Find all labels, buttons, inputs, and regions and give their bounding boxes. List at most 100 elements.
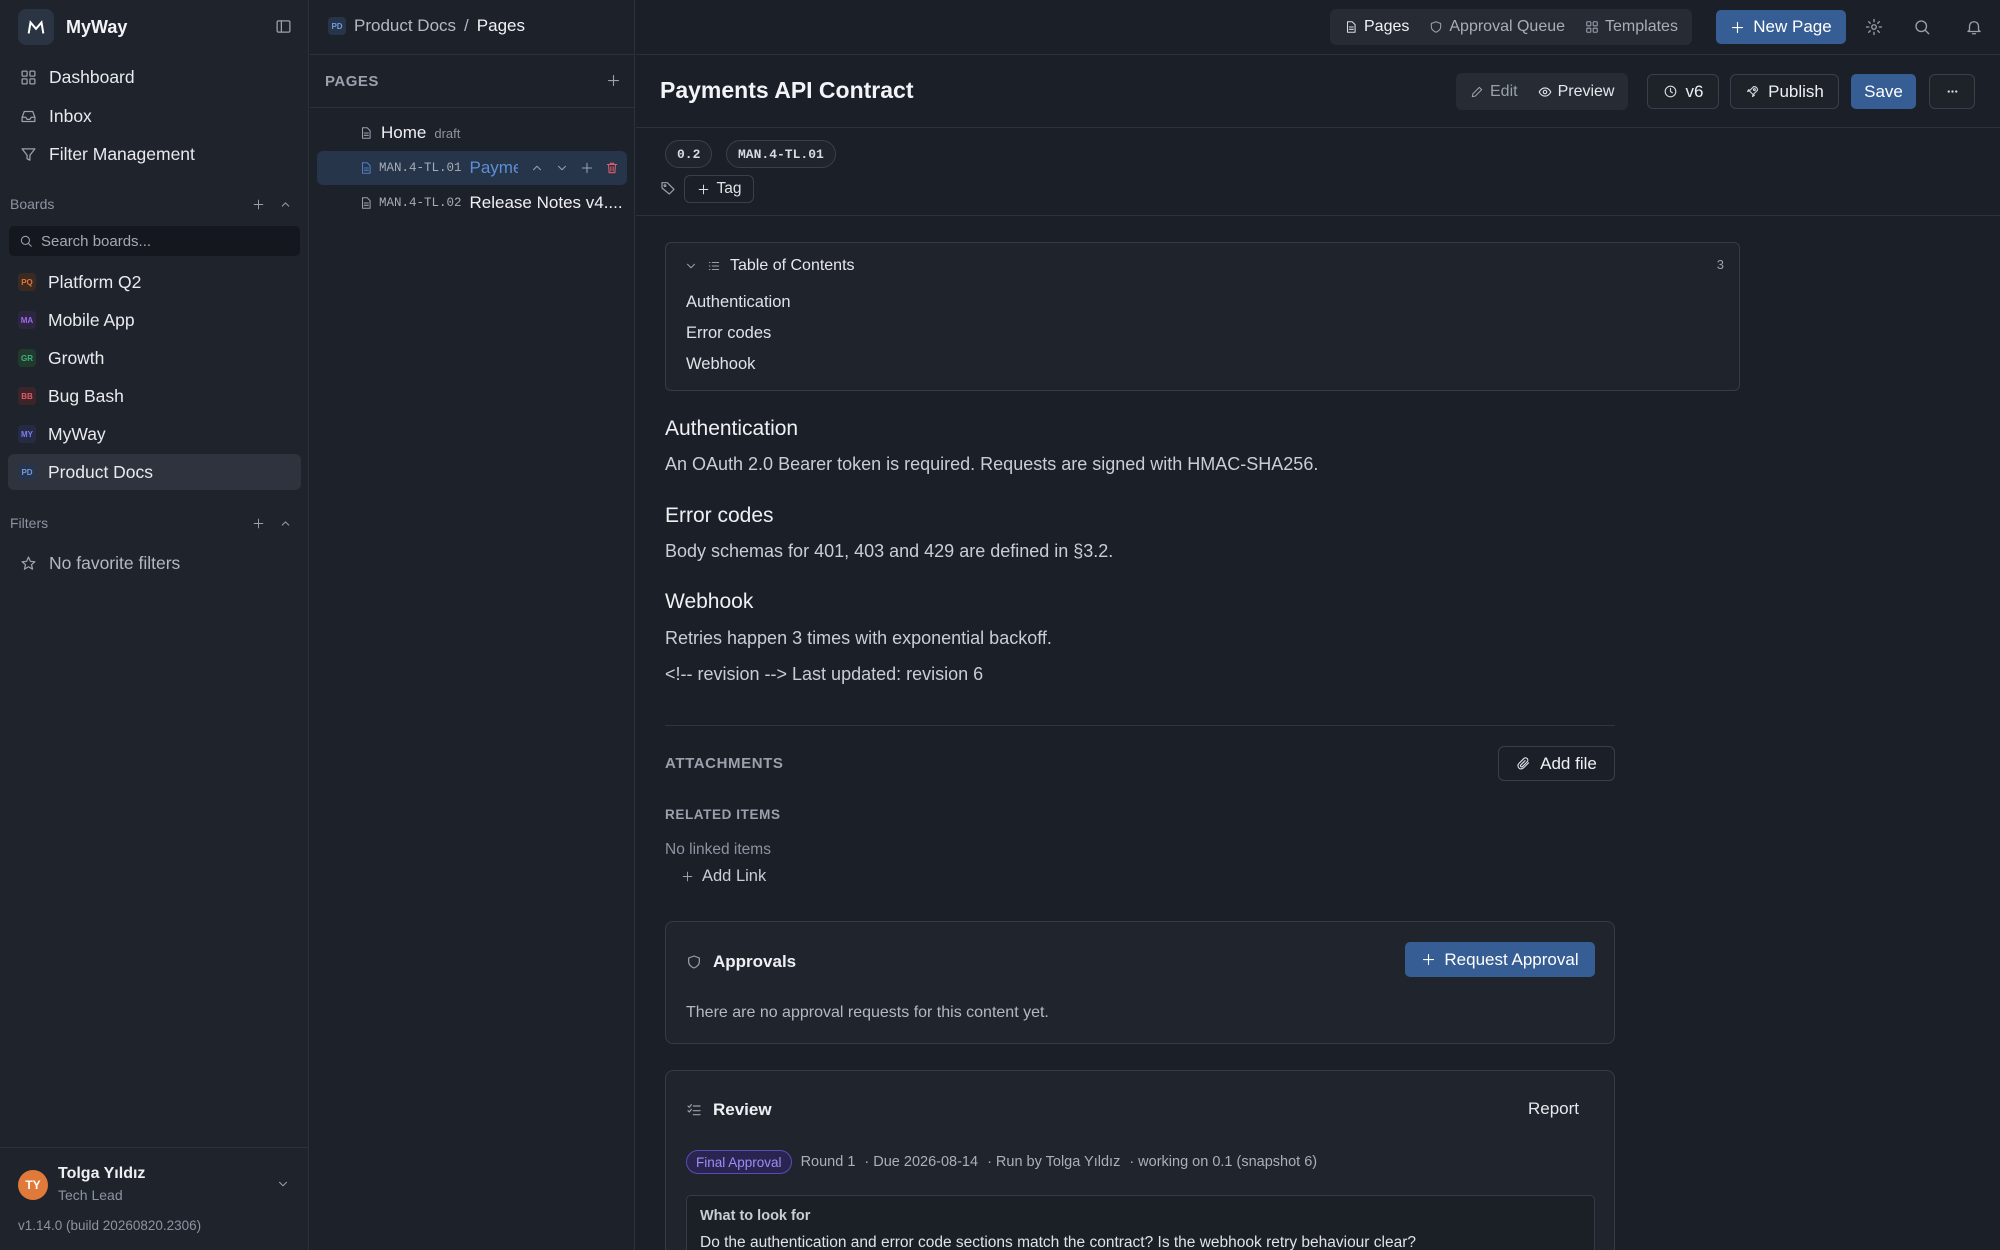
sidebar-toggle-icon[interactable] <box>275 18 292 35</box>
attachments-title: ATTACHMENTS <box>665 755 784 772</box>
star-icon <box>20 555 37 572</box>
nav-inbox[interactable]: Inbox <box>8 98 301 134</box>
publish-button[interactable]: Publish <box>1730 74 1839 109</box>
board-search-input[interactable] <box>41 232 291 250</box>
avatar: TY <box>18 1170 48 1200</box>
new-page-label: New Page <box>1753 17 1832 36</box>
tab-label: Approval Queue <box>1449 18 1566 35</box>
board-item[interactable]: BB Bug Bash <box>8 378 301 414</box>
board-item[interactable]: MA Mobile App <box>8 302 301 338</box>
divider <box>665 725 1615 726</box>
move-down-icon[interactable] <box>555 161 569 175</box>
page-item-release-notes[interactable]: MAN.4-TL.02 Release Notes v4.... <box>317 186 627 220</box>
page-item-payments-api-contract[interactable]: MAN.4-TL.01 Payments API Contract <box>317 151 627 185</box>
sidebar: MyWay Dashboard Inbox Filter Management … <box>0 0 309 1250</box>
file-icon <box>359 161 373 175</box>
add-file-button[interactable]: Add file <box>1498 746 1615 781</box>
gear-icon[interactable] <box>1865 18 1883 36</box>
paperclip-icon <box>1516 756 1531 771</box>
filters-title: Filters <box>10 515 49 531</box>
page-title: Release Notes v4.... <box>469 193 623 212</box>
add-link-button[interactable]: Add Link <box>681 867 766 886</box>
app-name: MyWay <box>66 16 128 37</box>
move-up-icon[interactable] <box>530 161 544 175</box>
chevron-up-icon[interactable] <box>279 517 292 530</box>
new-page-button[interactable]: New Page <box>1716 10 1846 44</box>
nav-filter-management[interactable]: Filter Management <box>8 136 301 172</box>
more-options-button[interactable] <box>1929 74 1975 109</box>
chevron-up-icon[interactable] <box>279 198 292 211</box>
table-of-contents: Table of Contents 3 Authentication Error… <box>665 242 1740 391</box>
review-run-by: · Run by Tolga Yıldız <box>987 1154 1121 1170</box>
preview-label: Preview <box>1557 82 1615 100</box>
board-search[interactable] <box>9 226 300 256</box>
filters-section-title: Filters <box>10 513 302 533</box>
review-working-on: · working on 0.1 (snapshot 6) <box>1129 1154 1318 1170</box>
section-text: Retries happen 3 times with exponential … <box>665 628 1052 648</box>
add-link-label: Add Link <box>702 867 767 885</box>
add-page-icon[interactable] <box>606 73 621 88</box>
breadcrumb: PD Product Docs / Pages <box>328 16 525 36</box>
version-history-button[interactable]: v6 <box>1647 74 1719 109</box>
nav-dashboard[interactable]: Dashboard <box>8 59 301 95</box>
toc-link[interactable]: Webhook <box>686 355 755 374</box>
toc-link[interactable]: Authentication <box>686 293 791 312</box>
code-chip: MAN.4-TL.01 <box>726 140 836 168</box>
page-title: Payments API Contract <box>469 158 518 177</box>
user-role: Tech Lead <box>58 1187 123 1203</box>
chevron-down-icon[interactable] <box>276 1177 290 1191</box>
file-icon <box>359 196 373 210</box>
bell-icon[interactable] <box>1965 18 1983 36</box>
save-label: Save <box>1864 81 1903 101</box>
nav-label: Inbox <box>49 105 92 126</box>
toc-link[interactable]: Error codes <box>686 324 771 343</box>
request-approval-button[interactable]: Request Approval <box>1405 942 1595 977</box>
breadcrumb-separator: / <box>464 16 469 35</box>
request-approval-label: Request Approval <box>1444 949 1579 969</box>
board-item[interactable]: PQ Platform Q2 <box>8 264 301 300</box>
plus-icon <box>1730 20 1745 35</box>
section-heading: Webhook <box>665 590 754 613</box>
board-item[interactable]: PD Product Docs <box>8 454 301 490</box>
board-item[interactable]: GR Growth <box>8 340 301 376</box>
breadcrumb-project[interactable]: Product Docs <box>354 16 456 36</box>
board-badge: PD <box>18 463 36 481</box>
user-panel[interactable]: TY Tolga Yıldız Tech Lead v1.14.0 (build… <box>0 1147 309 1250</box>
trash-icon[interactable] <box>605 161 619 175</box>
board-label: Platform Q2 <box>48 271 142 292</box>
add-tag-button[interactable]: Tag <box>684 175 754 203</box>
report-link[interactable]: Report <box>1528 1099 1579 1119</box>
add-filter-icon[interactable] <box>252 517 265 530</box>
nav-label: Dashboard <box>49 66 135 87</box>
page-item-home[interactable]: Home draft <box>317 116 627 150</box>
list-icon <box>707 259 721 273</box>
preview-mode-button[interactable]: Preview <box>1528 76 1625 107</box>
approvals-empty-text: There are no approval requests for this … <box>686 1004 1049 1021</box>
edit-mode-button[interactable]: Edit <box>1460 76 1528 107</box>
tab-templates[interactable]: Templates <box>1577 13 1686 41</box>
tab-label: Templates <box>1605 18 1678 35</box>
shield-icon <box>1429 20 1443 34</box>
add-subpage-icon[interactable] <box>580 161 594 175</box>
board-item[interactable]: MY MyWay <box>8 416 301 452</box>
board-badge: PQ <box>18 273 36 291</box>
rocket-icon <box>1745 84 1760 99</box>
board-label: MyWay <box>48 423 106 444</box>
save-button[interactable]: Save <box>1851 74 1916 109</box>
brand[interactable]: MyWay <box>18 9 127 45</box>
pages-title: PAGES <box>325 73 379 90</box>
tab-pages[interactable]: Pages <box>1336 13 1417 41</box>
draft-badge: draft <box>434 125 461 141</box>
version-chip: 0.2 <box>665 140 713 168</box>
chevron-down-icon[interactable] <box>684 259 698 273</box>
revision-note: <!-- revision --> Last updated: revision… <box>665 664 984 684</box>
toc-header[interactable]: Table of Contents <box>684 257 855 275</box>
tab-approval-queue[interactable]: Approval Queue <box>1421 13 1573 41</box>
search-icon[interactable] <box>1913 18 1931 36</box>
board-label: Growth <box>48 347 105 368</box>
app-logo-icon <box>18 9 54 45</box>
tag-icon <box>660 180 676 196</box>
add-board-icon[interactable] <box>252 198 265 211</box>
breadcrumb-current: Pages <box>476 16 525 35</box>
approvals-card: Approvals Request Approval There are no … <box>665 921 1615 1044</box>
